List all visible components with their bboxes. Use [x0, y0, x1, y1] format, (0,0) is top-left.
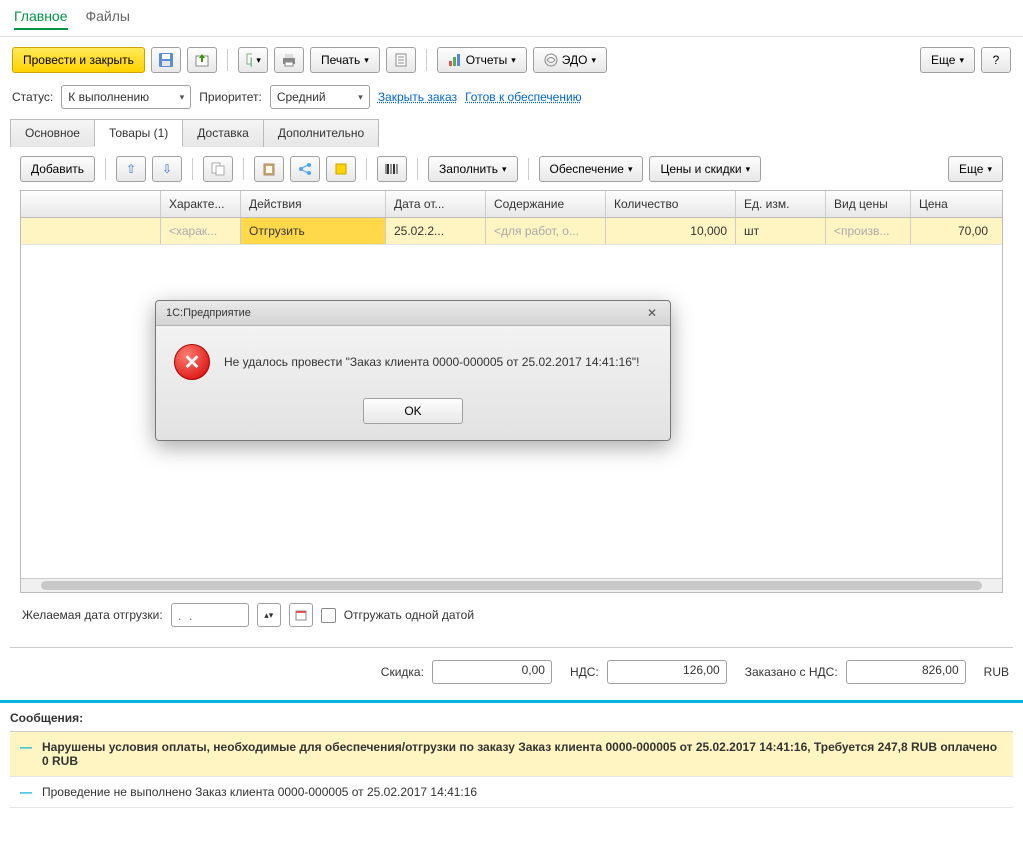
ready-link[interactable]: Готов к обеспечению [465, 90, 582, 104]
barcode-button[interactable] [377, 156, 407, 182]
edo-dropdown[interactable]: ЭДО▾ [533, 47, 607, 73]
fill-dropdown[interactable]: Заполнить▾ [428, 156, 517, 182]
discount-value: 0,00 [432, 660, 552, 684]
close-order-link[interactable]: Закрыть заказ [378, 90, 457, 104]
nav-main[interactable]: Главное [14, 8, 68, 30]
printer-button[interactable] [274, 47, 304, 73]
create-based-button[interactable]: ▾ [238, 47, 268, 73]
column-header-unit[interactable]: Ед. изм. [736, 191, 826, 217]
column-header-characteristic[interactable]: Характе... [161, 191, 241, 217]
tab-goods[interactable]: Товары (1) [94, 119, 183, 147]
error-icon: ✕ [174, 344, 210, 380]
total-value: 826,00 [846, 660, 966, 684]
prices-dropdown[interactable]: Цены и скидки▾ [649, 156, 761, 182]
more-button[interactable]: Еще▾ [920, 47, 975, 73]
add-button[interactable]: Добавить [20, 156, 95, 182]
yellow-flag-button[interactable] [326, 156, 356, 182]
status-select[interactable]: К выполнению▾ [61, 85, 191, 109]
docs-button[interactable] [386, 47, 416, 73]
currency-label: RUB [984, 665, 1009, 679]
share-button[interactable] [290, 156, 320, 182]
column-header-content[interactable]: Содержание [486, 191, 606, 217]
post-button[interactable] [187, 47, 217, 73]
single-date-label: Отгружать одной датой [344, 608, 474, 622]
status-label: Статус: [12, 90, 53, 104]
ship-date-label: Желаемая дата отгрузки: [22, 608, 163, 622]
message-bullet-icon: — [20, 785, 32, 799]
column-header-price[interactable]: Цена [911, 191, 996, 217]
nav-files[interactable]: Файлы [86, 8, 130, 30]
close-icon[interactable]: ✕ [644, 305, 660, 321]
message-item-error[interactable]: — Нарушены условия оплаты, необходимые д… [10, 732, 1013, 777]
messages-title: Сообщения: [10, 711, 1013, 732]
tab-main[interactable]: Основное [10, 119, 95, 147]
column-header-date[interactable]: Дата от... [386, 191, 486, 217]
print-dropdown[interactable]: Печать▾ [310, 47, 380, 73]
date-spinner[interactable]: ▴▾ [257, 603, 281, 627]
post-and-close-button[interactable]: Провести и закрыть [12, 47, 145, 73]
total-label: Заказано с НДС: [745, 665, 838, 679]
single-date-checkbox[interactable] [321, 608, 336, 623]
tab-additional[interactable]: Дополнительно [263, 119, 379, 147]
reports-dropdown[interactable]: Отчеты▾ [437, 47, 527, 73]
horizontal-scrollbar[interactable] [21, 578, 1002, 592]
grid-more-button[interactable]: Еще▾ [948, 156, 1003, 182]
help-button[interactable]: ? [981, 47, 1011, 73]
ship-date-input[interactable] [171, 603, 249, 627]
vat-label: НДС: [570, 665, 599, 679]
tab-delivery[interactable]: Доставка [182, 119, 264, 147]
discount-label: Скидка: [381, 665, 424, 679]
divider [227, 49, 228, 71]
column-header-pricetype[interactable]: Вид цены [826, 191, 911, 217]
vat-value: 126,00 [607, 660, 727, 684]
column-header-empty[interactable] [21, 191, 161, 217]
move-up-button[interactable]: ⇧ [116, 156, 146, 182]
message-item-info[interactable]: — Проведение не выполнено Заказ клиента … [10, 777, 1013, 808]
divider [426, 49, 427, 71]
provision-dropdown[interactable]: Обеспечение▾ [539, 156, 644, 182]
paste-button[interactable] [254, 156, 284, 182]
save-button[interactable] [151, 47, 181, 73]
priority-select[interactable]: Средний▾ [270, 85, 370, 109]
message-bullet-icon: — [20, 740, 32, 754]
date-picker-icon[interactable] [289, 603, 313, 627]
dialog-title: 1С:Предприятие [166, 307, 251, 319]
ok-button[interactable]: OK [363, 398, 463, 424]
error-dialog: 1С:Предприятие ✕ ✕ Не удалось провести "… [155, 300, 671, 441]
column-header-qty[interactable]: Количество [606, 191, 736, 217]
table-row[interactable]: <харак... Отгрузить 25.02.2... <для рабо… [21, 218, 1002, 245]
copy-button[interactable] [203, 156, 233, 182]
column-header-actions[interactable]: Действия [241, 191, 386, 217]
priority-label: Приоритет: [199, 90, 262, 104]
dialog-message: Не удалось провести "Заказ клиента 0000-… [224, 355, 639, 369]
move-down-button[interactable]: ⇩ [152, 156, 182, 182]
